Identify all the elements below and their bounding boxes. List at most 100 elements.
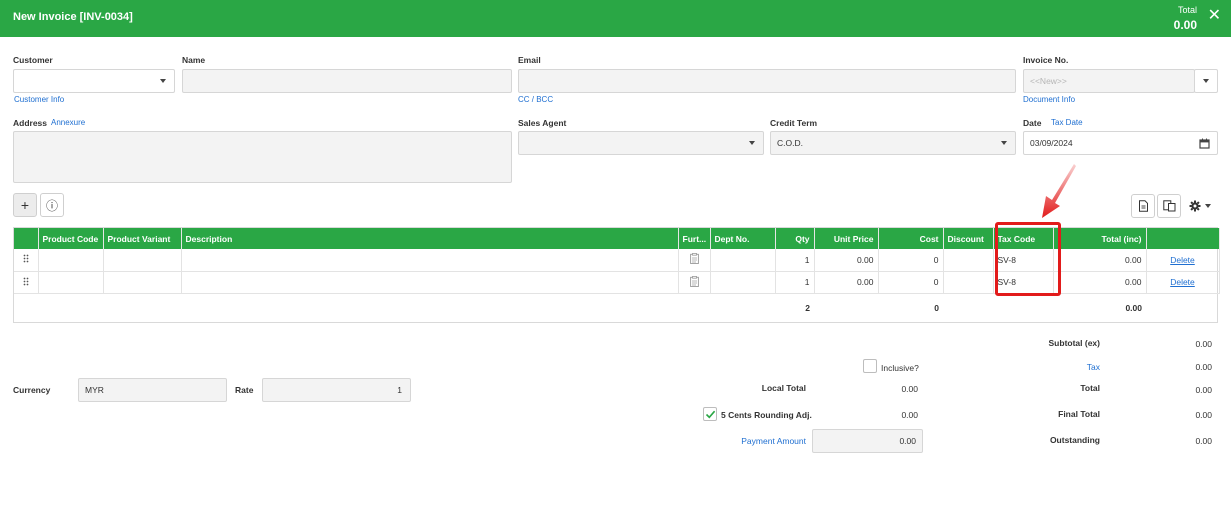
invoice-no-dropdown-button[interactable] [1194, 69, 1218, 93]
col-description[interactable]: Description [181, 228, 679, 249]
chevron-down-icon [749, 141, 755, 145]
rate-label: Rate [235, 385, 254, 395]
col-total-inc[interactable]: Total (inc) [1053, 228, 1147, 249]
grid-footer-row: 2 0 0.00 [14, 293, 1219, 323]
rate-field[interactable]: 1 [262, 378, 411, 402]
delete-row-link[interactable]: Delete [1170, 277, 1195, 287]
col-further-description[interactable]: Furt... [678, 228, 711, 249]
add-row-button[interactable]: + [13, 193, 37, 217]
col-product-code[interactable]: Product Code [38, 228, 104, 249]
credit-term-value: C.O.D. [777, 138, 803, 148]
col-dept-no[interactable]: Dept No. [710, 228, 776, 249]
copy-to-button[interactable] [1157, 194, 1181, 218]
cell-dept-no[interactable] [710, 271, 776, 294]
col-product-variant[interactable]: Product Variant [103, 228, 182, 249]
customer-info-link[interactable]: Customer Info [14, 95, 64, 104]
date-label: Date [1023, 118, 1042, 128]
inclusive-checkbox[interactable] [863, 359, 877, 373]
tax-link[interactable]: Tax [1000, 362, 1100, 372]
cell-description[interactable] [181, 271, 679, 294]
header-total-value: 0.00 [1173, 18, 1197, 32]
subtotal-value: 0.00 [1195, 339, 1212, 349]
customer-select[interactable] [13, 69, 175, 93]
date-field[interactable]: 03/09/2024 [1023, 131, 1218, 155]
sales-agent-label: Sales Agent [518, 118, 567, 128]
subtotal-label: Subtotal (ex) [1048, 338, 1100, 348]
clipboard-icon[interactable] [678, 271, 711, 294]
chevron-down-icon [1203, 79, 1209, 83]
settings-dropdown[interactable] [1189, 199, 1215, 213]
customer-label: Customer [13, 55, 53, 65]
chevron-down-icon [160, 79, 166, 83]
copy-icon [1162, 200, 1175, 212]
col-cost[interactable]: Cost [878, 228, 944, 249]
cell-discount[interactable] [943, 249, 994, 272]
delete-row-link[interactable]: Delete [1170, 255, 1195, 265]
plus-icon: + [20, 197, 30, 213]
cell-unit-price[interactable]: 0.00 [814, 249, 879, 272]
col-discount[interactable]: Discount [943, 228, 994, 249]
email-label: Email [518, 55, 541, 65]
cell-qty[interactable]: 1 [775, 271, 815, 294]
footer-grand-total: 0.00 [1125, 303, 1142, 314]
name-field[interactable] [182, 69, 512, 93]
tax-date-link[interactable]: Tax Date [1051, 118, 1083, 127]
invoice-no-placeholder: <<New>> [1030, 76, 1067, 86]
tax-code-highlight-box [995, 222, 1061, 296]
col-qty[interactable]: Qty [775, 228, 815, 249]
close-icon[interactable]: ✕ [1208, 8, 1221, 24]
col-unit-price[interactable]: Unit Price [814, 228, 879, 249]
annexure-link[interactable]: Annexure [51, 118, 85, 127]
total-label: Total [1080, 383, 1100, 393]
credit-term-select[interactable]: C.O.D. [770, 131, 1016, 155]
drag-handle-icon[interactable] [14, 271, 39, 294]
cell-dept-no[interactable] [710, 249, 776, 272]
name-label: Name [182, 55, 206, 65]
export-document-button[interactable] [1131, 194, 1155, 218]
dialog-title: New Invoice [INV-0034] [13, 11, 133, 23]
cell-cost[interactable]: 0 [878, 271, 944, 294]
address-field[interactable] [13, 131, 512, 183]
cell-product-variant[interactable] [103, 249, 182, 272]
footer-qty-total: 2 [805, 303, 810, 314]
credit-term-label: Credit Term [770, 118, 818, 128]
local-total-label: Local Total [761, 383, 806, 393]
cell-product-variant[interactable] [103, 271, 182, 294]
email-field[interactable] [518, 69, 1016, 93]
cc-bcc-link[interactable]: CC / BCC [518, 95, 553, 104]
document-info-link[interactable]: Document Info [1023, 95, 1075, 104]
inclusive-label: Inclusive? [881, 363, 919, 373]
cell-discount[interactable] [943, 271, 994, 294]
chevron-down-icon [1001, 141, 1007, 145]
cell-qty[interactable]: 1 [775, 249, 815, 272]
outstanding-value: 0.00 [1195, 436, 1212, 446]
final-total-value: 0.00 [1195, 410, 1212, 420]
sales-agent-select[interactable] [518, 131, 764, 155]
date-value: 03/09/2024 [1030, 138, 1073, 148]
cell-description[interactable] [181, 249, 679, 272]
cell-total: 0.00 [1053, 249, 1147, 272]
checkmark-icon [705, 410, 716, 419]
cell-product-code[interactable] [38, 271, 104, 294]
rounding-label: 5 Cents Rounding Adj. [721, 410, 812, 420]
calendar-icon[interactable] [1199, 138, 1210, 149]
invoice-no-field[interactable]: <<New>> [1023, 69, 1195, 93]
rate-value: 1 [397, 385, 402, 395]
annotation-arrow-icon [1042, 164, 1076, 218]
cell-cost[interactable]: 0 [878, 249, 944, 272]
currency-field[interactable]: MYR [78, 378, 227, 402]
tax-value: 0.00 [1195, 362, 1212, 372]
clipboard-icon[interactable] [678, 249, 711, 272]
header-total-label: Total [1177, 5, 1197, 15]
payment-amount-field[interactable]: 0.00 [812, 429, 923, 453]
cell-unit-price[interactable]: 0.00 [814, 271, 879, 294]
drag-handle-icon[interactable] [14, 249, 39, 272]
payment-amount-link[interactable]: Payment Amount [700, 436, 806, 446]
col-actions [1146, 228, 1220, 249]
cell-total: 0.00 [1053, 271, 1147, 294]
rounding-checkbox[interactable] [703, 407, 717, 421]
dialog-header: New Invoice [INV-0034] Total 0.00 ✕ [0, 0, 1231, 37]
info-button[interactable]: ⓘ [40, 193, 64, 217]
cell-action: Delete [1146, 249, 1220, 272]
cell-product-code[interactable] [38, 249, 104, 272]
